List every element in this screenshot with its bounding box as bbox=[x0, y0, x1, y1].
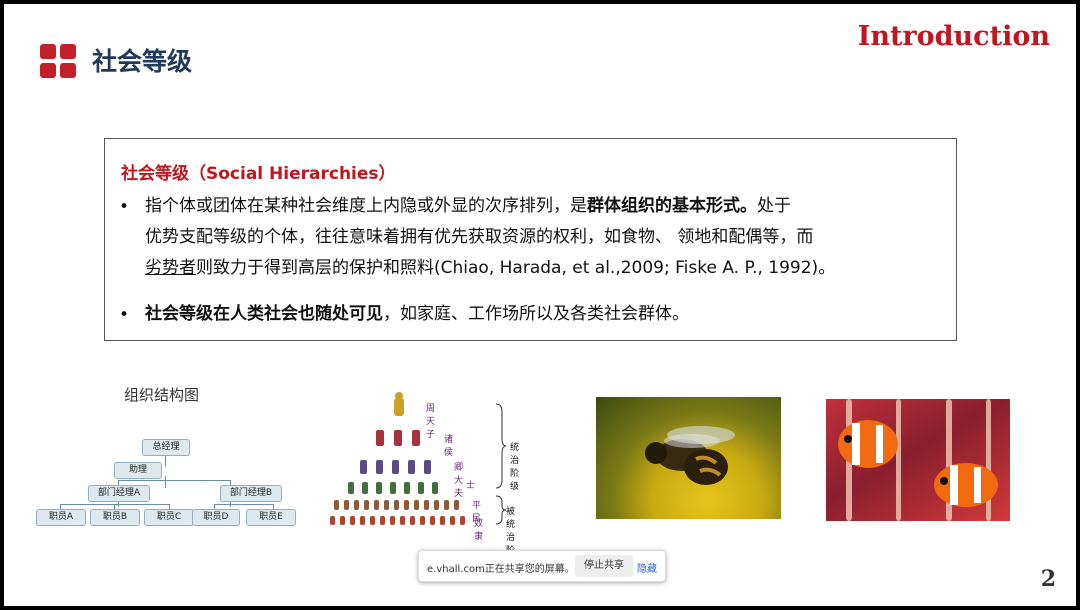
level-label: 诸侯 bbox=[444, 435, 454, 458]
line1-tail: 处于 bbox=[757, 196, 791, 216]
org-node-staff: 职员E bbox=[246, 509, 296, 526]
org-node-dept-b: 部门经理B bbox=[220, 485, 282, 502]
hierarchy-pyramid: 周天子 诸侯 卿大夫 士 平民 奴隶 统治阶级 被统治阶级 bbox=[4, 4, 519, 569]
grid-logo-icon bbox=[40, 44, 78, 80]
clownfish-icon bbox=[838, 399, 998, 521]
share-status-text: e.vhall.com正在共享您的屏幕。 bbox=[427, 564, 575, 575]
page-number: 2 bbox=[1040, 566, 1056, 592]
box-title: 社会等级（Social Hierarchies） bbox=[121, 164, 396, 184]
paragraph-line-2: 优势支配等级的个体，往往意味着拥有优先获取资源的权利，如食物、 领地和配偶等，而 bbox=[145, 227, 814, 247]
stop-sharing-button[interactable]: 停止共享 bbox=[575, 555, 633, 577]
org-node-ceo: 总经理 bbox=[142, 439, 190, 456]
level-label: 周天子 bbox=[426, 404, 436, 440]
bee-icon bbox=[645, 426, 735, 485]
level-label: 士 bbox=[466, 481, 476, 491]
org-chart-title: 组织结构图 bbox=[124, 386, 200, 404]
bee-photo bbox=[596, 397, 781, 519]
definition-paragraph: 指个体或团体在某种社会维度上内隐或外显的次序排列，是群体组织的基本形式。处于 优… bbox=[145, 191, 945, 284]
ruling-class-label: 统治阶级 bbox=[510, 443, 520, 492]
bullet-2: • bbox=[119, 305, 130, 325]
org-node-assistant: 助理 bbox=[114, 462, 162, 479]
org-node-staff: 职员D bbox=[192, 509, 240, 526]
org-node-staff: 职员B bbox=[90, 509, 140, 526]
level-label: 奴隶 bbox=[474, 519, 484, 542]
ubiquity-text: ，如家庭、工作场所以及各类社会群体。 bbox=[383, 304, 689, 324]
clownfish-photo bbox=[826, 399, 1010, 521]
slide: 社会等级 Introduction 社会等级（Social Hierarchie… bbox=[4, 4, 1076, 606]
bullet-1: • bbox=[119, 197, 130, 217]
org-node-dept-a: 部门经理A bbox=[88, 485, 150, 502]
screen-share-bar: e.vhall.com正在共享您的屏幕。 停止共享 隐藏 bbox=[418, 550, 666, 582]
inferior-term: 劣势者 bbox=[145, 258, 196, 278]
line1-bold: 群体组织的基本形式。 bbox=[587, 196, 757, 216]
definition-box: 社会等级（Social Hierarchies） • 指个体或团体在某种社会维度… bbox=[104, 138, 957, 341]
ubiquity-bold: 社会等级在人类社会也随处可见 bbox=[145, 304, 383, 324]
hide-button[interactable]: 隐藏 bbox=[637, 560, 657, 575]
line3-text: 则致力于得到高层的保护和照料(Chiao, Harada, et al.,200… bbox=[196, 258, 836, 278]
org-node-staff: 职员C bbox=[144, 509, 194, 526]
line1-text: 指个体或团体在某种社会维度上内隐或外显的次序排列，是 bbox=[145, 196, 587, 216]
ubiquity-paragraph: 社会等级在人类社会也随处可见，如家庭、工作场所以及各类社会群体。 bbox=[145, 299, 945, 330]
section-title: 社会等级 bbox=[92, 47, 193, 76]
introduction-label: Introduction bbox=[857, 21, 1050, 52]
paragraph-line-3: 劣势者则致力于得到高层的保护和照料(Chiao, Harada, et al.,… bbox=[145, 253, 945, 284]
paragraph-line-1: 指个体或团体在某种社会维度上内隐或外显的次序排列，是群体组织的基本形式。处于 bbox=[145, 191, 945, 222]
org-node-staff: 职员A bbox=[36, 509, 86, 526]
level-label: 卿大夫 bbox=[454, 463, 464, 499]
